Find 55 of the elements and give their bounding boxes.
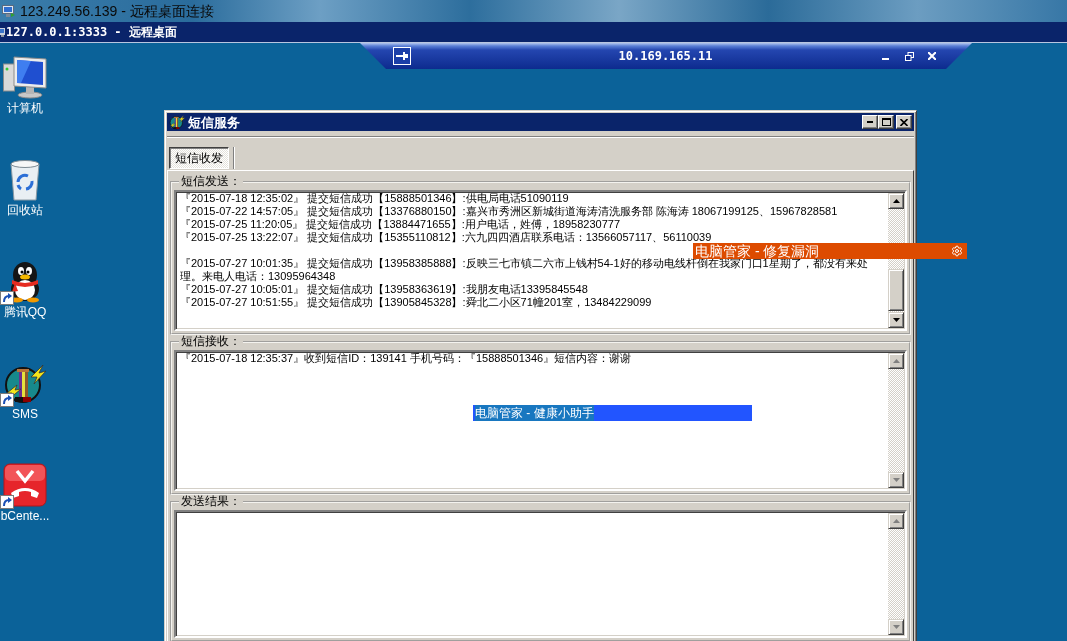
log-entry: 『2015-07-18 12:35:37』收到短信ID：139141 手机号码：『15888501346』短信内容：谢谢 (180, 352, 633, 365)
scroll-up-button[interactable] (888, 353, 904, 369)
phone-icon[interactable] (3, 463, 47, 507)
scroll-up-button[interactable] (888, 193, 904, 209)
maximize-button[interactable] (878, 115, 894, 129)
close-icon (928, 52, 936, 60)
window-title: 123.249.56.139 - 远程桌面连接 (20, 3, 214, 19)
close-button[interactable] (896, 115, 912, 129)
log-entry: 『2015-07-27 10:51:55』 提交短信成功【13905845328】:舜北二小区71幢201室，13484229099 (180, 296, 653, 309)
log-entry: 『2015-07-25 11:20:05』 提交短信成功【13884471655】:用户电话，姓傅，18958230777 (180, 218, 622, 231)
group-label: 短信发送： (180, 175, 242, 188)
group-label: 短信接收： (180, 335, 242, 348)
restore-button[interactable] (903, 50, 915, 62)
minimize-icon (867, 121, 873, 123)
pin-icon (396, 51, 408, 61)
icon-label[interactable]: 计算机 (7, 101, 43, 115)
minimize-button[interactable] (862, 115, 878, 129)
notification-bar[interactable]: 电脑管家 - 修复漏洞 (693, 243, 967, 259)
window-title: 短信服务 (188, 114, 241, 130)
caret-down-icon (892, 478, 900, 482)
caret-up-icon (892, 359, 900, 363)
maximize-icon (881, 118, 891, 126)
log-entry: 『2015-07-18 12:35:02』 提交短信成功【15888501346】:供电局电话51090119 (180, 192, 570, 205)
tab[interactable]: 短信收发 (169, 147, 229, 169)
pin-button[interactable] (393, 47, 411, 65)
group-label: 发送结果： (180, 495, 242, 508)
host-address: 10.169.165.11 (618, 49, 713, 63)
close-button[interactable] (926, 50, 938, 62)
log-entry: 『2015-07-25 13:22:07』 提交短信成功【15355110812】:六九四四酒店联系电话：13566057117、56110039 (180, 231, 713, 244)
caret-down-icon (892, 625, 900, 629)
window-title: 127.0.0.1:3333 - 远程桌面 (6, 25, 177, 39)
icon-label[interactable]: 回收站 (7, 203, 43, 217)
caret-up-icon (892, 199, 900, 203)
scroll-down-button[interactable] (888, 312, 904, 328)
caret-up-icon (892, 519, 900, 523)
computer-icon[interactable] (3, 55, 47, 99)
log-entry: 『2015-07-22 14:57:05』 提交短信成功【13376880150】:嘉兴市秀洲区新城街道海涛清洗服务部 陈海涛 18067199125、15967828581 (180, 205, 839, 218)
log-entry: 『2015-07-27 10:05:01』 提交短信成功【13958363619】:我朋友电话13395845548 (180, 283, 589, 296)
settings-icon[interactable] (951, 245, 963, 257)
scrollbar-thumb[interactable] (888, 269, 904, 311)
scroll-up-button[interactable] (888, 513, 904, 529)
icon-label[interactable]: bCente... (0, 509, 50, 523)
close-icon (900, 118, 908, 126)
icon-label[interactable]: SMS (12, 407, 38, 421)
scroll-down-button[interactable] (888, 619, 904, 635)
monitor-icon (0, 27, 5, 37)
restore-icon (904, 51, 914, 61)
notification-bar[interactable]: 电脑管家 - 健康小助手 (473, 405, 752, 421)
icon-label[interactable]: 腾讯QQ (3, 305, 47, 319)
caret-down-icon (892, 318, 900, 322)
computer-icon (2, 4, 16, 18)
notification-text: 电脑管家 - 健康小助手 (475, 405, 594, 421)
notification-text: 电脑管家 - 修复漏洞 (695, 243, 820, 259)
lightning-pole-icon (169, 114, 185, 130)
scroll-down-button[interactable] (888, 472, 904, 488)
